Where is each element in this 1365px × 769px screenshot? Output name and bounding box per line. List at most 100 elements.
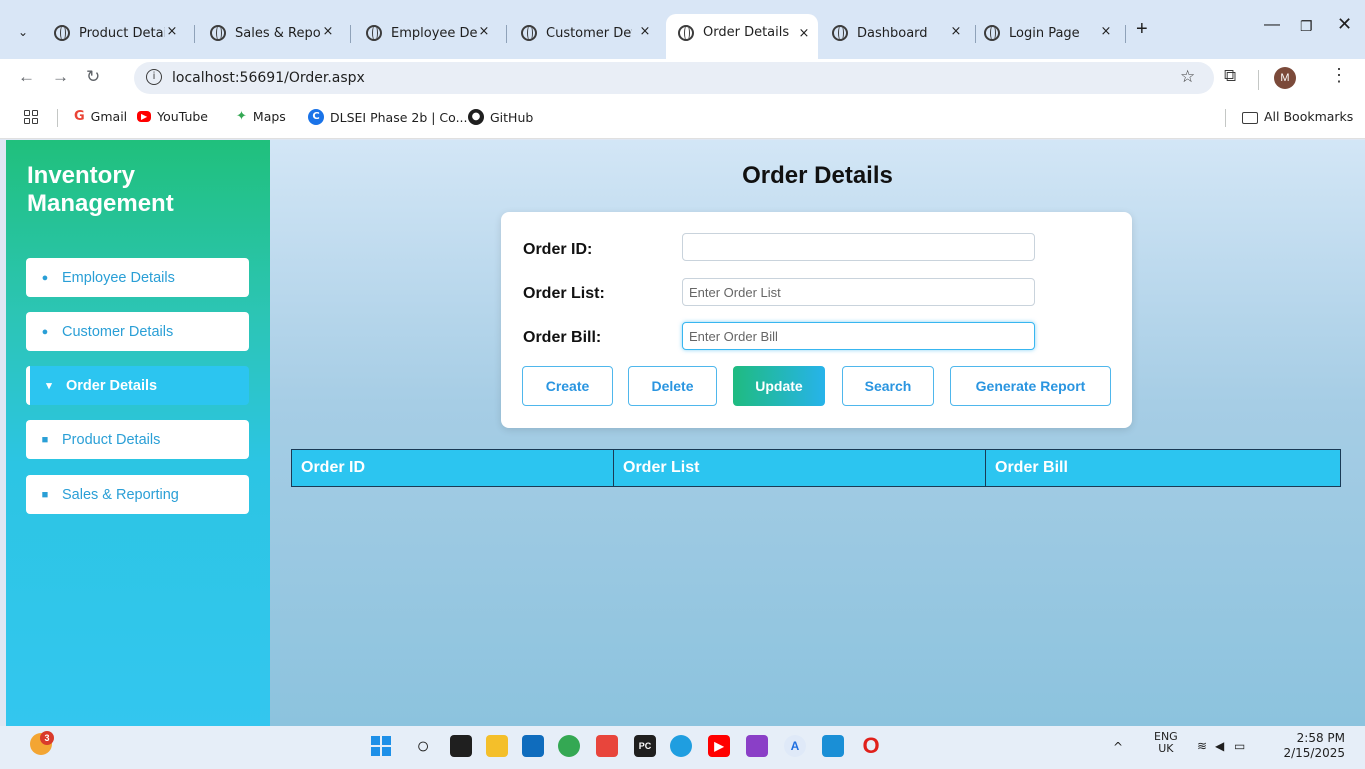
notification-badge: 3 [40, 731, 54, 745]
tab-customer-details[interactable]: Customer Det × [521, 15, 659, 51]
forward-icon[interactable]: → [52, 67, 69, 87]
tab-divider [194, 25, 195, 43]
sidebar-item-order-details[interactable]: ▾ Order Details [26, 366, 249, 405]
tab-label: Product Detail [79, 25, 165, 41]
all-bookmarks[interactable]: All Bookmarks [1242, 109, 1353, 124]
box-icon: ■ [41, 433, 49, 446]
order-list-input[interactable] [682, 278, 1035, 306]
globe-icon [678, 24, 694, 41]
close-icon[interactable]: × [476, 24, 492, 39]
pycharm-icon[interactable]: PC [634, 735, 656, 757]
start-icon[interactable] [370, 735, 392, 757]
tab-dashboard[interactable]: Dashboard × [832, 15, 970, 51]
tab-divider [1125, 25, 1126, 43]
bookmark-label: YouTube [157, 109, 208, 124]
bookmark-gmail[interactable]: G Gmail [74, 109, 127, 124]
globe-icon [832, 25, 848, 41]
bookmark-dlsei[interactable]: C DLSEI Phase 2b | Co... [308, 109, 468, 125]
store-icon[interactable] [522, 735, 544, 757]
wifi-icon[interactable]: ≋ [1197, 739, 1207, 753]
update-button[interactable]: Update [733, 366, 825, 406]
chart-icon: ■ [41, 488, 49, 501]
search-button[interactable]: Search [842, 366, 934, 406]
reload-icon[interactable]: ↻ [86, 67, 100, 87]
order-id-input[interactable] [682, 233, 1035, 261]
profile-avatar[interactable]: M [1274, 67, 1296, 89]
folder-icon [1242, 111, 1258, 124]
sidebar-item-sales-reporting[interactable]: ■ Sales & Reporting [26, 475, 249, 514]
tab-login-page[interactable]: Login Page × [984, 15, 1120, 51]
sidebar-item-employee-details[interactable]: ● Employee Details [26, 258, 249, 297]
more-menu-icon[interactable]: ⋮ [1330, 65, 1348, 86]
site-info-icon[interactable]: i [146, 69, 162, 85]
globe-icon [521, 25, 537, 41]
language-indicator[interactable]: ENG UK [1154, 731, 1178, 755]
battery-icon[interactable]: ▭ [1234, 739, 1245, 753]
youtube-app-icon[interactable]: ▶ [708, 735, 730, 757]
close-icon[interactable]: × [637, 24, 653, 39]
page-content: Inventory Management ● Employee Details … [6, 140, 1365, 726]
close-icon[interactable]: × [320, 24, 336, 39]
close-icon[interactable]: × [1098, 24, 1114, 39]
tab-label: Customer Det [546, 25, 632, 41]
sidebar-item-product-details[interactable]: ■ Product Details [26, 420, 249, 459]
minimize-icon[interactable]: — [1264, 16, 1280, 34]
order-id-label: Order ID: [523, 241, 593, 258]
tab-divider [975, 25, 976, 43]
order-bill-input[interactable] [682, 322, 1035, 350]
bookmarks-divider [57, 109, 58, 127]
delete-button[interactable]: Delete [628, 366, 717, 406]
order-form-card: Order ID: Order List: Order Bill: Create… [501, 212, 1132, 428]
sidebar-item-customer-details[interactable]: ● Customer Details [26, 312, 249, 351]
create-button[interactable]: Create [522, 366, 613, 406]
tray-chevron-icon[interactable]: ^ [1113, 740, 1123, 754]
sidebar-item-label: Customer Details [62, 323, 174, 340]
app-a-icon[interactable]: A [784, 735, 806, 757]
extensions-icon[interactable]: ⧉ [1224, 66, 1236, 86]
tab-divider [350, 25, 351, 43]
restore-icon[interactable]: ❐ [1300, 18, 1313, 35]
close-icon[interactable]: × [948, 24, 964, 39]
tab-product-details[interactable]: Product Detail × [54, 15, 186, 51]
bookmark-github[interactable]: ● GitHub [468, 109, 533, 125]
window-close-icon[interactable]: ✕ [1337, 14, 1352, 35]
bookmark-maps[interactable]: ✦ Maps [236, 109, 286, 124]
column-header-order-bill: Order Bill [995, 459, 1068, 476]
language-region: UK [1158, 742, 1174, 755]
column-header-order-list: Order List [614, 450, 986, 486]
task-view-icon[interactable] [450, 735, 472, 757]
back-icon[interactable]: ← [18, 67, 35, 87]
search-icon[interactable]: ○ [412, 733, 434, 758]
apps-grid-icon[interactable] [24, 110, 38, 124]
bookmark-youtube[interactable]: ▶ YouTube [137, 109, 208, 124]
visual-studio-icon[interactable] [746, 735, 768, 757]
chrome-icon[interactable] [558, 735, 580, 757]
order-list-label: Order List: [523, 285, 605, 302]
bookmark-star-icon[interactable]: ☆ [1180, 67, 1195, 87]
url-text[interactable]: localhost:56691/Order.aspx [172, 70, 365, 86]
anydesk-icon[interactable] [596, 735, 618, 757]
close-icon[interactable]: × [164, 24, 180, 39]
tab-sales-reporting[interactable]: Sales & Repor × [210, 15, 342, 51]
maps-icon: ✦ [236, 109, 247, 124]
tab-employee-details[interactable]: Employee Det × [366, 15, 498, 51]
clock[interactable]: 2:58 PM 2/15/2025 [1270, 731, 1345, 761]
close-icon[interactable]: × [796, 26, 812, 41]
address-bar[interactable]: i localhost:56691/Order.aspx [134, 62, 1214, 94]
sidebar: Inventory Management ● Employee Details … [6, 140, 270, 726]
new-tab-icon[interactable]: + [1136, 18, 1148, 41]
tab-search-icon[interactable]: ⌄ [14, 23, 32, 41]
bookmark-label: Gmail [90, 109, 128, 124]
globe-icon [984, 25, 1000, 41]
edge-icon[interactable] [670, 735, 692, 757]
sidebar-item-label: Sales & Reporting [62, 486, 179, 503]
azure-data-studio-icon[interactable] [822, 735, 844, 757]
generate-report-button[interactable]: Generate Report [950, 366, 1111, 406]
file-explorer-icon[interactable] [486, 735, 508, 757]
tab-order-details[interactable]: Order Details × [666, 14, 818, 59]
clock-date: 2/15/2025 [1283, 746, 1345, 760]
volume-icon[interactable]: ◀ [1215, 739, 1224, 753]
tab-label: Sales & Repor [235, 25, 321, 41]
opera-icon[interactable]: O [860, 733, 882, 758]
page-title: Order Details [742, 162, 893, 189]
